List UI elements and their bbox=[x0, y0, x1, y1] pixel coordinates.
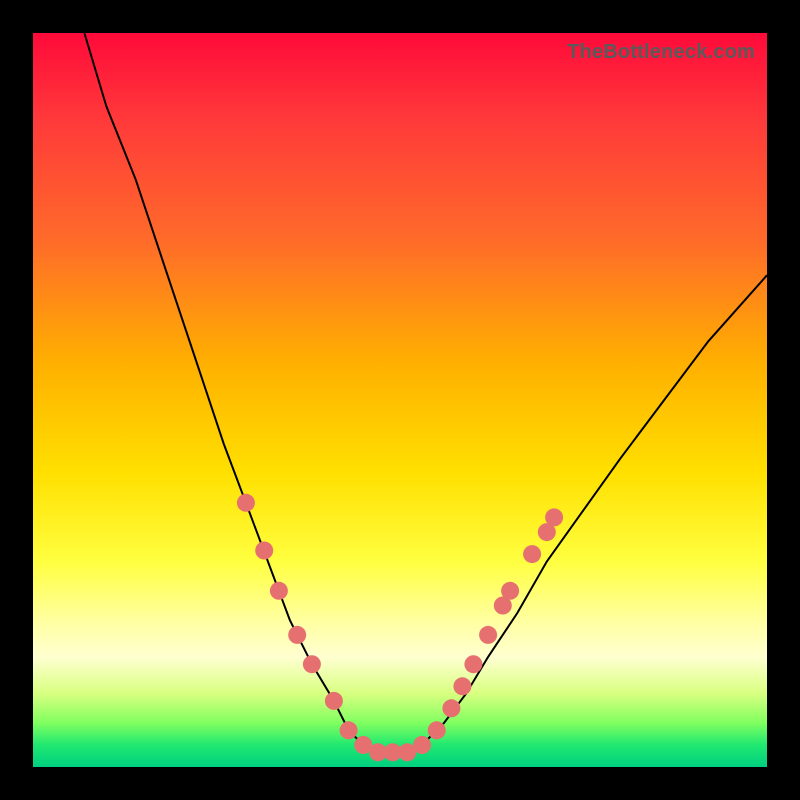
marker-dot bbox=[501, 582, 519, 600]
chart-svg bbox=[33, 33, 767, 767]
marker-dot bbox=[453, 677, 471, 695]
marker-dot bbox=[413, 736, 431, 754]
marker-dot bbox=[270, 582, 288, 600]
marker-dot bbox=[237, 494, 255, 512]
marker-dot bbox=[545, 508, 563, 526]
marker-dot bbox=[340, 721, 358, 739]
marker-dot bbox=[523, 545, 541, 563]
marker-dot bbox=[442, 699, 460, 717]
bottleneck-curve bbox=[84, 33, 767, 752]
marker-dot bbox=[303, 655, 321, 673]
marker-dot bbox=[464, 655, 482, 673]
chart-frame: TheBottleneck.com bbox=[0, 0, 800, 800]
marker-dot bbox=[288, 626, 306, 644]
marker-dot bbox=[428, 721, 446, 739]
marker-dot bbox=[325, 692, 343, 710]
marker-group bbox=[237, 494, 563, 762]
marker-dot bbox=[255, 542, 273, 560]
chart-plot-area: TheBottleneck.com bbox=[33, 33, 767, 767]
marker-dot bbox=[479, 626, 497, 644]
